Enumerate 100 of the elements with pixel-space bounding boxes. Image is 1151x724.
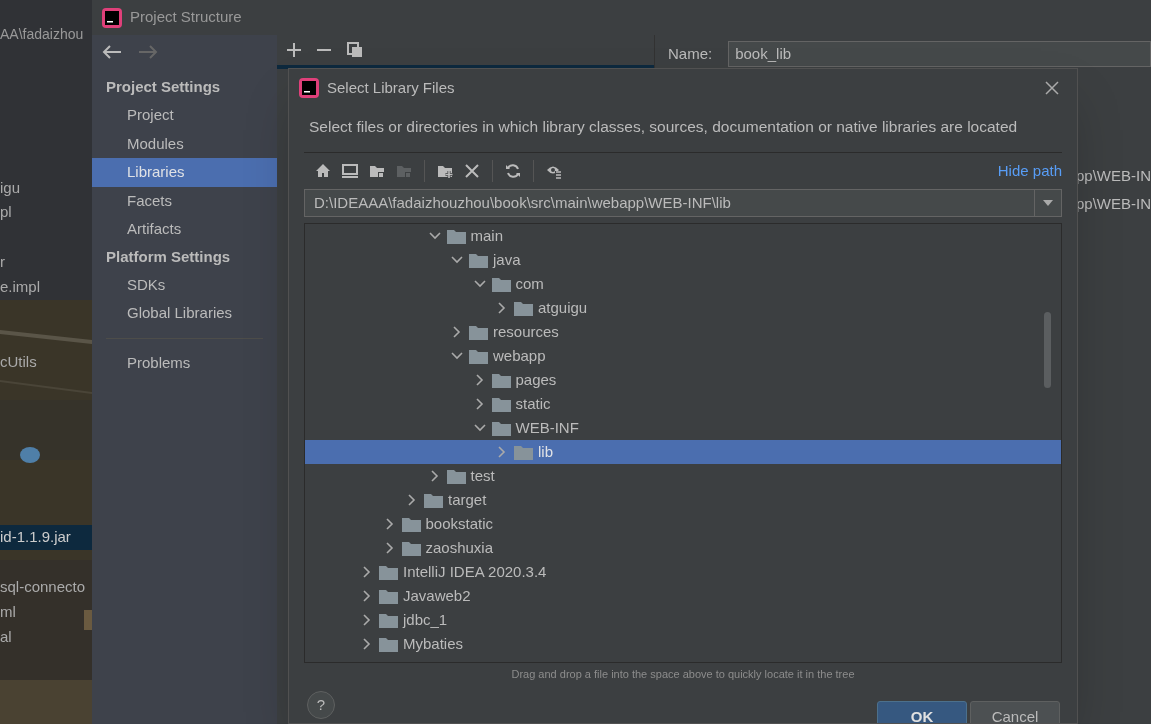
close-icon[interactable] [1045, 81, 1059, 95]
folder-icon [379, 564, 398, 580]
folder-icon[interactable] [369, 163, 385, 180]
folder-icon [379, 588, 398, 604]
chevron-down-icon[interactable] [473, 280, 486, 289]
project-tree-item[interactable]: igu [0, 176, 92, 201]
folder-icon [514, 300, 533, 316]
folder-icon [401, 516, 421, 532]
sidebar-item[interactable]: Artifacts [92, 215, 277, 244]
chevron-right-icon[interactable] [363, 614, 371, 627]
folder-icon [491, 420, 511, 436]
chevron-down-icon[interactable] [451, 256, 463, 265]
path-text: pp\WEB-IN [1076, 193, 1151, 214]
tree-row[interactable]: static [305, 392, 1061, 417]
tree-row[interactable]: pages [305, 368, 1061, 393]
path-combobox[interactable]: D:\IDEAAA\fadaizhouzhou\book\src\main\webapp\WEB-INF\lib [304, 189, 1062, 218]
folder-icon [491, 372, 511, 388]
copy-icon[interactable] [347, 42, 363, 58]
project-tree-item[interactable]: al [0, 625, 92, 650]
folder-icon [446, 468, 466, 484]
scrollbar-thumb[interactable] [1044, 312, 1051, 389]
window-title: Project Structure [130, 7, 242, 28]
section-header: Project Settings [105, 77, 222, 98]
description-text: Select files or directories in which library classes, sources, documentation or native libraries are located [309, 117, 1019, 137]
folder-icon [469, 348, 488, 364]
project-tree-item[interactable]: id-1.1.9.jar [0, 525, 92, 550]
tree-row[interactable]: resources [305, 320, 1061, 345]
folder-icon [424, 492, 443, 508]
dropdown-caret-icon[interactable] [1043, 200, 1053, 207]
folder-icon [469, 324, 488, 340]
back-arrow-icon[interactable] [102, 45, 122, 59]
folder-icon [379, 636, 398, 652]
tree-row[interactable]: com [305, 272, 1061, 297]
ok-button[interactable]: OK [877, 700, 967, 723]
chevron-down-icon[interactable] [451, 352, 463, 361]
tree-row[interactable]: main [305, 224, 1061, 249]
delete-icon[interactable] [464, 163, 480, 180]
chevron-right-icon[interactable] [363, 638, 371, 651]
section-header: Platform Settings [105, 246, 232, 267]
path-text: pp\WEB-IN [1076, 166, 1151, 186]
tree-row[interactable]: webapp [305, 344, 1061, 369]
cancel-button[interactable]: Cancel [970, 700, 1060, 723]
project-tree-item[interactable]: cUtils [0, 350, 92, 375]
folder-icon [401, 540, 421, 556]
project-tree-item[interactable]: ml [0, 600, 92, 625]
monitor-icon[interactable] [342, 163, 358, 180]
tree-row[interactable]: atguigu [305, 296, 1061, 321]
folder-icon [446, 228, 466, 244]
chevron-right-icon[interactable] [408, 494, 416, 507]
name-label: Name: [668, 43, 713, 64]
tree-row[interactable]: WEB-INF [305, 416, 1061, 441]
refresh-icon[interactable] [505, 163, 521, 180]
tree-row[interactable]: Mybaties [305, 632, 1061, 657]
tree-row[interactable]: bookstatic [305, 512, 1061, 537]
folder-icon [469, 252, 488, 268]
tree-row[interactable]: test [305, 464, 1061, 489]
folder-icon [491, 276, 511, 292]
chevron-right-icon[interactable] [430, 470, 439, 483]
chevron-right-icon[interactable] [385, 542, 394, 555]
chevron-right-icon[interactable] [363, 566, 371, 579]
chevron-right-icon[interactable] [475, 374, 484, 387]
tree-row[interactable]: java [305, 248, 1061, 273]
folder-icon [379, 612, 398, 628]
tree-row[interactable]: lib [305, 440, 1061, 465]
sidebar-item[interactable]: Modules [92, 129, 277, 158]
chevron-right-icon[interactable] [498, 302, 506, 315]
folder-icon [491, 396, 511, 412]
sidebar-item[interactable]: Problems [92, 348, 277, 377]
app-logo-icon [299, 78, 319, 98]
tree-row[interactable]: jdbc_1 [305, 608, 1061, 633]
sidebar-item[interactable]: Global Libraries [92, 299, 277, 328]
project-tree-item[interactable]: e.impl [0, 275, 92, 300]
chevron-right-icon[interactable] [453, 326, 461, 339]
chevron-right-icon[interactable] [385, 518, 394, 531]
sidebar-item[interactable]: Libraries [92, 158, 277, 187]
new-folder-icon[interactable] [437, 163, 453, 180]
tree-row[interactable]: zaoshuxia [305, 536, 1061, 561]
hint-text: Drag and drop a file into the space above to quickly locate it in the tree [511, 667, 855, 683]
tree-row[interactable]: Javaweb2 [305, 584, 1061, 609]
chevron-down-icon[interactable] [428, 232, 441, 241]
path-text: AA\fadaizhou [0, 25, 84, 44]
project-tree-item[interactable]: sql-connecto [0, 575, 92, 600]
name-field[interactable]: book_lib [728, 41, 1151, 67]
chevron-down-icon[interactable] [473, 424, 486, 433]
chevron-right-icon[interactable] [363, 590, 371, 603]
sidebar-item[interactable]: Facets [92, 186, 277, 215]
sidebar-item[interactable]: SDKs [92, 270, 277, 299]
add-icon[interactable] [287, 43, 301, 57]
hide-path-link[interactable]: Hide path [997, 160, 1062, 183]
sidebar-item[interactable]: Project [92, 101, 277, 130]
dialog-title: Select Library Files [327, 77, 456, 98]
chevron-right-icon[interactable] [475, 398, 484, 411]
tree-row[interactable]: target [305, 488, 1061, 513]
project-tree-item[interactable]: r [0, 250, 92, 275]
folder-icon [514, 444, 533, 460]
project-tree-item[interactable]: pl [0, 200, 92, 225]
app-logo-icon [102, 7, 122, 28]
help-button[interactable]: ? [307, 690, 335, 719]
tree-row[interactable]: IntelliJ IDEA 2020.3.4 [305, 560, 1061, 585]
home-icon[interactable] [315, 163, 331, 180]
